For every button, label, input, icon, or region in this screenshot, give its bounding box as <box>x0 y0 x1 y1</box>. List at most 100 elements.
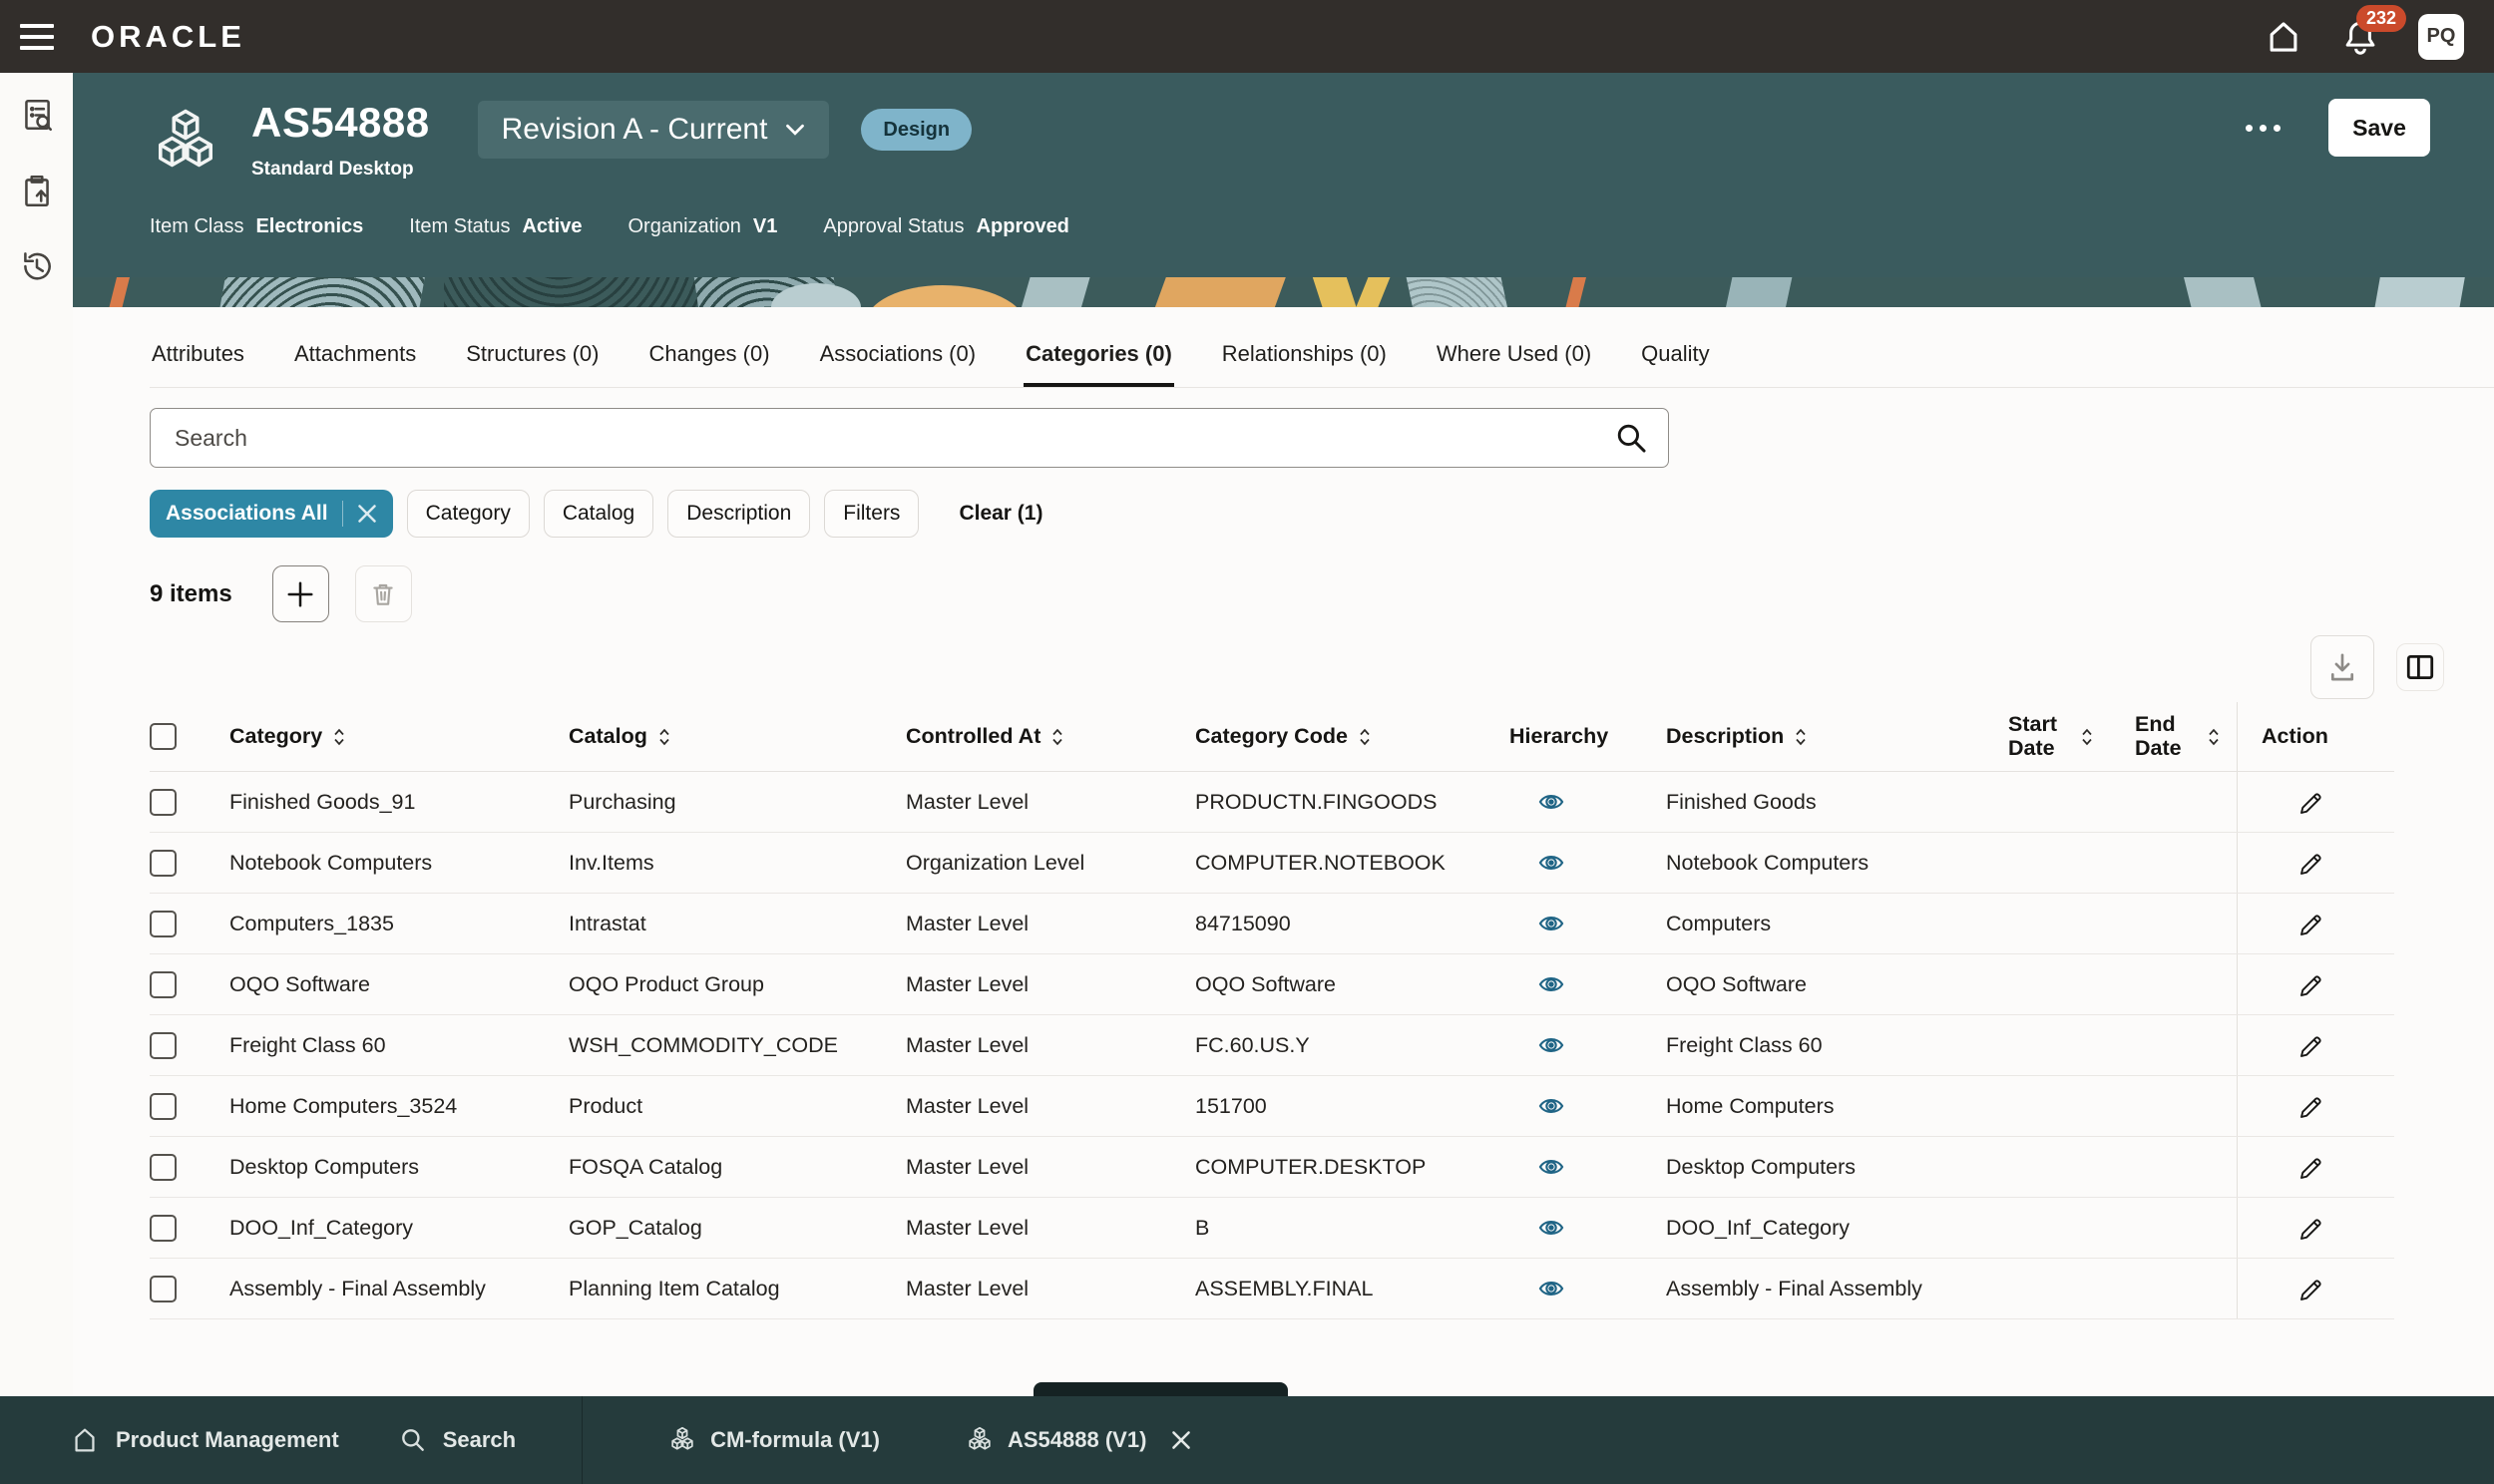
item-search-icon[interactable] <box>17 95 57 135</box>
chip-catalog[interactable]: Catalog <box>544 490 653 538</box>
drawer-handle[interactable] <box>1034 1382 1288 1396</box>
col-header-start-date[interactable]: Start Date <box>2008 702 2135 771</box>
edit-pencil-icon[interactable] <box>2295 1153 2323 1181</box>
cell-category-code: B <box>1195 1198 1509 1258</box>
cubes-item-icon <box>150 107 221 184</box>
col-header-category[interactable]: Category <box>229 702 569 771</box>
edit-pencil-icon[interactable] <box>2295 1031 2323 1059</box>
tab-quality[interactable]: Quality <box>1639 331 1711 387</box>
tab-relationships[interactable]: Relationships (0) <box>1220 331 1389 387</box>
search-input[interactable] <box>175 425 1614 452</box>
tab-where-used[interactable]: Where Used (0) <box>1435 331 1593 387</box>
select-all-checkbox[interactable] <box>150 723 177 750</box>
app-window: ORACLE 232 PQ AS <box>0 0 2494 1484</box>
hierarchy-eye-icon[interactable] <box>1537 1153 1565 1181</box>
edit-pencil-icon[interactable] <box>2295 849 2323 877</box>
menu-icon[interactable] <box>0 0 73 73</box>
table-tools <box>150 632 2444 702</box>
tab-structures[interactable]: Structures (0) <box>464 331 601 387</box>
edit-pencil-icon[interactable] <box>2295 970 2323 998</box>
tab-attributes[interactable]: Attributes <box>150 331 246 387</box>
dock-product-management[interactable]: Product Management <box>70 1425 339 1455</box>
edit-pencil-icon[interactable] <box>2295 1214 2323 1242</box>
edit-pencil-icon[interactable] <box>2295 1092 2323 1120</box>
row-checkbox[interactable] <box>150 911 177 937</box>
history-icon[interactable] <box>17 246 57 286</box>
cell-category-code: PRODUCTN.FINGOODS <box>1195 772 1509 832</box>
download-icon[interactable] <box>2310 635 2374 699</box>
close-icon[interactable] <box>1170 1429 1192 1451</box>
home-icon[interactable] <box>2265 18 2302 56</box>
cell-end-date <box>2135 1015 2237 1075</box>
columns-icon[interactable] <box>2396 643 2444 691</box>
row-checkbox[interactable] <box>150 971 177 998</box>
col-header-description[interactable]: Description <box>1666 702 2008 771</box>
col-header-catalog[interactable]: Catalog <box>569 702 906 771</box>
delete-category-button[interactable] <box>355 565 412 622</box>
hierarchy-eye-icon[interactable] <box>1537 910 1565 937</box>
add-category-button[interactable] <box>272 565 329 622</box>
row-checkbox[interactable] <box>150 1093 177 1120</box>
hierarchy-eye-icon[interactable] <box>1537 849 1565 877</box>
table-header-row: Category Catalog Controlled At Category … <box>150 702 2394 772</box>
hierarchy-eye-icon[interactable] <box>1537 1092 1565 1120</box>
chip-description[interactable]: Description <box>667 490 810 538</box>
col-header-end-date[interactable]: End Date <box>2135 702 2237 771</box>
chip-category[interactable]: Category <box>407 490 530 538</box>
user-avatar[interactable]: PQ <box>2418 14 2464 60</box>
cell-start-date <box>2008 954 2135 1014</box>
search-icon[interactable] <box>1614 421 1648 455</box>
dock-search[interactable]: Search <box>399 1426 516 1454</box>
cell-start-date <box>2008 1076 2135 1136</box>
search-icon <box>399 1426 427 1454</box>
categories-table: Category Catalog Controlled At Category … <box>150 702 2394 1319</box>
dock-tab-as54888[interactable]: AS54888 (V1) <box>966 1426 1192 1454</box>
cell-catalog: WSH_COMMODITY_CODE <box>569 1015 906 1075</box>
clipboard-upload-icon[interactable] <box>17 171 57 210</box>
cell-controlled-at: Master Level <box>906 1137 1195 1197</box>
hierarchy-eye-icon[interactable] <box>1537 1031 1565 1059</box>
sort-icon <box>2080 726 2094 748</box>
col-header-controlled-at[interactable]: Controlled At <box>906 702 1195 771</box>
cell-description: Freight Class 60 <box>1666 1015 2008 1075</box>
row-checkbox[interactable] <box>150 789 177 816</box>
cell-catalog: Planning Item Catalog <box>569 1259 906 1318</box>
row-checkbox[interactable] <box>150 1276 177 1302</box>
table-body: Finished Goods_91 Purchasing Master Leve… <box>150 772 2394 1319</box>
cell-description: Computers <box>1666 894 2008 953</box>
cell-description: Finished Goods <box>1666 772 2008 832</box>
overflow-dots-icon[interactable] <box>2242 115 2285 142</box>
cell-catalog: Product <box>569 1076 906 1136</box>
hierarchy-eye-icon[interactable] <box>1537 788 1565 816</box>
cell-category-code: COMPUTER.DESKTOP <box>1195 1137 1509 1197</box>
save-button[interactable]: Save <box>2328 99 2430 157</box>
row-checkbox[interactable] <box>150 850 177 877</box>
row-checkbox[interactable] <box>150 1032 177 1059</box>
edit-pencil-icon[interactable] <box>2295 910 2323 937</box>
tab-changes[interactable]: Changes (0) <box>646 331 771 387</box>
row-checkbox[interactable] <box>150 1215 177 1242</box>
cell-catalog: GOP_Catalog <box>569 1198 906 1258</box>
cell-category: Computers_1835 <box>229 894 569 953</box>
cell-category-code: ASSEMBLY.FINAL <box>1195 1259 1509 1318</box>
clear-filters-button[interactable]: Clear (1) <box>959 502 1042 526</box>
edit-pencil-icon[interactable] <box>2295 1275 2323 1302</box>
notifications-bell-icon[interactable]: 232 <box>2340 17 2380 57</box>
revision-selector[interactable]: Revision A - Current <box>478 101 830 159</box>
tab-categories[interactable]: Categories (0) <box>1024 331 1174 387</box>
tab-associations[interactable]: Associations (0) <box>818 331 979 387</box>
table-row: Notebook Computers Inv.Items Organizatio… <box>150 833 2394 894</box>
edit-pencil-icon[interactable] <box>2295 788 2323 816</box>
notification-count-badge: 232 <box>2356 5 2406 32</box>
hierarchy-eye-icon[interactable] <box>1537 1214 1565 1242</box>
col-header-category-code[interactable]: Category Code <box>1195 702 1509 771</box>
row-checkbox[interactable] <box>150 1154 177 1181</box>
sort-icon <box>332 726 346 748</box>
chip-filters[interactable]: Filters <box>824 490 919 538</box>
hierarchy-eye-icon[interactable] <box>1537 1275 1565 1302</box>
dock-tab-cm-formula[interactable]: CM-formula (V1) <box>668 1426 880 1454</box>
tab-attachments[interactable]: Attachments <box>292 331 418 387</box>
hierarchy-eye-icon[interactable] <box>1537 970 1565 998</box>
chip-associations-all[interactable]: Associations All <box>150 490 393 538</box>
sort-icon <box>657 726 671 748</box>
